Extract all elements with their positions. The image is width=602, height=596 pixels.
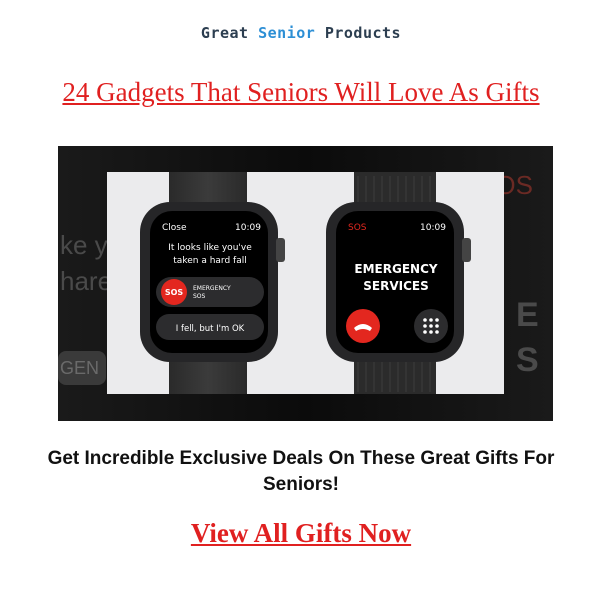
sos-badge-text: SOS xyxy=(165,288,184,297)
bg-text-2: hare xyxy=(60,266,112,296)
bg-text-1: ke y xyxy=(60,230,108,260)
watch-message-line1: It looks like you've xyxy=(168,243,252,253)
emergency-sos-line1: EMERGENCY xyxy=(193,285,231,292)
watch-sos-label: SOS xyxy=(348,223,367,233)
logo-text-products: Products xyxy=(315,24,402,42)
headline-link[interactable]: 24 Gadgets That Seniors Will Love As Gif… xyxy=(0,74,602,110)
watch-close-label: Close xyxy=(162,223,187,233)
logo-text-great: Great xyxy=(200,24,259,42)
emergency-services-line2: SERVICES xyxy=(363,279,428,293)
keypad-icon xyxy=(423,318,439,334)
bg-text-3: GEN xyxy=(60,358,99,378)
ok-button-text: I fell, but I'm OK xyxy=(176,324,245,334)
logo-text-senior: Senior xyxy=(258,24,316,42)
apple-watch-illustration: ke y hare GEN SOS E S Close 10:09 It loo… xyxy=(58,146,553,421)
bg-text-e: E xyxy=(516,296,539,334)
view-all-gifts-link[interactable]: View All Gifts Now xyxy=(0,518,602,549)
bg-text-s: S xyxy=(516,341,539,379)
watch-time-left: 10:09 xyxy=(235,223,261,233)
emergency-sos-line2: SOS xyxy=(193,293,206,300)
promo-text: Get Incredible Exclusive Deals On These … xyxy=(47,448,555,495)
watch-time-right: 10:09 xyxy=(420,223,446,233)
watch-message-line2: taken a hard fall xyxy=(173,256,246,266)
site-logo: Great Senior Products xyxy=(0,24,602,42)
hero-image[interactable]: ke y hare GEN SOS E S Close 10:09 It loo… xyxy=(58,146,553,421)
emergency-services-line1: EMERGENCY xyxy=(354,262,437,276)
